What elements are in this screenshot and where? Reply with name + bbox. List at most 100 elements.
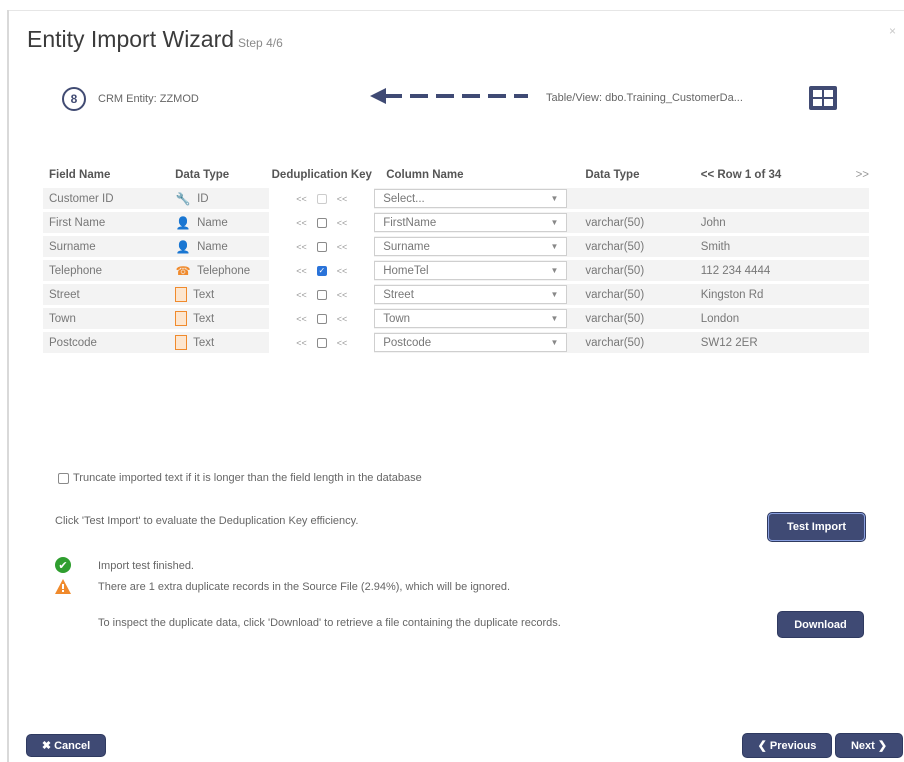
source-data-type-cell <box>573 187 691 209</box>
duplicate-warning-message: There are 1 extra duplicate records in t… <box>98 581 511 593</box>
column-select-cell: Postcode ▼ <box>374 331 574 353</box>
column-select-value: Street <box>383 288 414 301</box>
phone-icon: ☎ <box>175 263 191 278</box>
table-grid-icon[interactable] <box>809 86 837 110</box>
field-name-cell: First Name <box>43 211 176 233</box>
column-select[interactable]: Town ▼ <box>374 309 568 328</box>
dedup-cell: << << <box>269 307 375 329</box>
dedup-key-checkbox[interactable] <box>316 217 327 228</box>
previous-button[interactable]: ❮ Previous <box>743 734 831 757</box>
window-top-border <box>7 10 904 11</box>
dedup-key-checkbox[interactable] <box>316 289 327 300</box>
source-table-label: Table/View: dbo.Training_CustomerDa... <box>546 92 743 104</box>
row-value-cell: John <box>690 211 869 233</box>
move-right-icon[interactable]: << <box>337 338 348 348</box>
text-icon <box>175 287 188 302</box>
row-value-cell <box>690 187 869 209</box>
chevron-down-icon: ▼ <box>550 290 559 299</box>
wizard-step: Step 4/6 <box>238 36 283 50</box>
field-name-cell: Town <box>43 307 176 329</box>
warning-icon <box>55 579 71 594</box>
header-column-name: Column Name <box>386 169 464 181</box>
mapping-arrow-icon <box>370 88 528 104</box>
next-button[interactable]: Next ❯ <box>836 734 902 757</box>
move-left-icon[interactable]: << <box>296 242 307 252</box>
wizard-title-text: Entity Import Wizard <box>27 26 235 52</box>
data-type-label: Name <box>197 240 228 253</box>
data-type-label: Text <box>193 336 215 349</box>
move-left-icon[interactable]: << <box>296 338 307 348</box>
truncate-option[interactable]: Truncate imported text if it is longer t… <box>58 472 422 484</box>
table-header-row: Field Name Data Type Deduplication Key C… <box>43 147 869 185</box>
move-left-icon[interactable]: << <box>296 218 307 228</box>
dedup-key-checkbox[interactable] <box>316 241 327 252</box>
column-select-value: Surname <box>383 240 430 253</box>
inspect-duplicates-message: To inspect the duplicate data, click 'Do… <box>98 617 561 629</box>
table-row: Customer ID 🔧 ID << << Select... ▼ <box>43 187 869 209</box>
column-select[interactable]: FirstName ▼ <box>374 213 568 232</box>
download-button[interactable]: Download <box>778 612 863 637</box>
cancel-button[interactable]: ✖ Cancel <box>27 735 105 756</box>
dedup-cell: << ✓ << <box>269 259 375 281</box>
move-left-icon[interactable]: << <box>296 194 307 204</box>
table-row: Telephone ☎ Telephone << ✓ << HomeTel ▼ v… <box>43 259 869 281</box>
text-icon <box>175 311 188 326</box>
column-select[interactable]: Select... ▼ <box>374 189 568 208</box>
header-dedup-key: Deduplication Key <box>271 169 372 181</box>
close-icon[interactable]: × <box>889 24 896 38</box>
table-row: Street Text << << Street ▼ varchar(50) K… <box>43 283 869 305</box>
chevron-down-icon: ▼ <box>550 194 559 203</box>
data-type-cell: ☎ Telephone <box>175 259 270 281</box>
column-select-value: Town <box>383 312 411 325</box>
truncate-checkbox[interactable] <box>58 472 69 484</box>
move-right-icon[interactable]: << <box>337 266 348 276</box>
header-source-data-type: Data Type <box>585 169 640 181</box>
move-left-icon[interactable]: << <box>296 290 307 300</box>
chevron-right-icon: ❯ <box>877 740 888 752</box>
column-select-cell: FirstName ▼ <box>374 211 574 233</box>
move-right-icon[interactable]: << <box>337 314 348 324</box>
row-value-cell: Kingston Rd <box>690 283 869 305</box>
field-name-cell: Street <box>43 283 176 305</box>
text-icon <box>175 335 188 350</box>
move-right-icon[interactable]: << <box>337 218 348 228</box>
table-row: First Name 👤 Name << << FirstName ▼ varch… <box>43 211 869 233</box>
column-select-cell: Select... ▼ <box>374 187 574 209</box>
dedup-cell: << << <box>269 187 375 209</box>
row-next-link[interactable]: >> <box>856 169 869 181</box>
table-row: Town Text << << Town ▼ varchar(50) Londo… <box>43 307 869 329</box>
move-right-icon[interactable]: << <box>337 242 348 252</box>
previous-label: Previous <box>769 739 817 752</box>
source-data-type-cell: varchar(50) <box>573 211 691 233</box>
data-type-cell: 🔧 ID <box>175 187 270 209</box>
column-select[interactable]: HomeTel ▼ <box>374 261 568 280</box>
column-select[interactable]: Postcode ▼ <box>374 333 568 352</box>
data-type-cell: Text <box>175 307 270 329</box>
data-type-cell: Text <box>175 283 270 305</box>
dedup-key-checkbox[interactable]: ✓ <box>316 265 327 276</box>
column-select[interactable]: Surname ▼ <box>374 237 568 256</box>
dedup-key-checkbox[interactable] <box>316 193 327 204</box>
dedup-cell: << << <box>269 235 375 257</box>
move-left-icon[interactable]: << <box>296 314 307 324</box>
dedup-key-checkbox[interactable] <box>316 313 327 324</box>
chevron-down-icon: ▼ <box>550 338 559 347</box>
column-select-cell: Street ▼ <box>374 283 574 305</box>
column-select[interactable]: Street ▼ <box>374 285 568 304</box>
data-type-label: Text <box>193 312 215 325</box>
name-icon: 👤 <box>175 239 191 254</box>
window-left-border <box>7 10 9 762</box>
move-left-icon[interactable]: << <box>296 266 307 276</box>
move-right-icon[interactable]: << <box>337 290 348 300</box>
row-prev-link[interactable]: << Row 1 of 34 <box>701 169 782 181</box>
dedup-cell: << << <box>269 331 375 353</box>
data-type-cell: 👤 Name <box>175 211 270 233</box>
row-value-cell: London <box>690 307 869 329</box>
data-type-label: ID <box>197 192 209 205</box>
move-right-icon[interactable]: << <box>337 194 348 204</box>
dedup-key-checkbox[interactable] <box>316 337 327 348</box>
field-name-cell: Customer ID <box>43 187 176 209</box>
column-select-value: FirstName <box>383 216 437 229</box>
source-data-type-cell: varchar(50) <box>573 307 691 329</box>
test-import-button[interactable]: Test Import <box>768 513 865 541</box>
